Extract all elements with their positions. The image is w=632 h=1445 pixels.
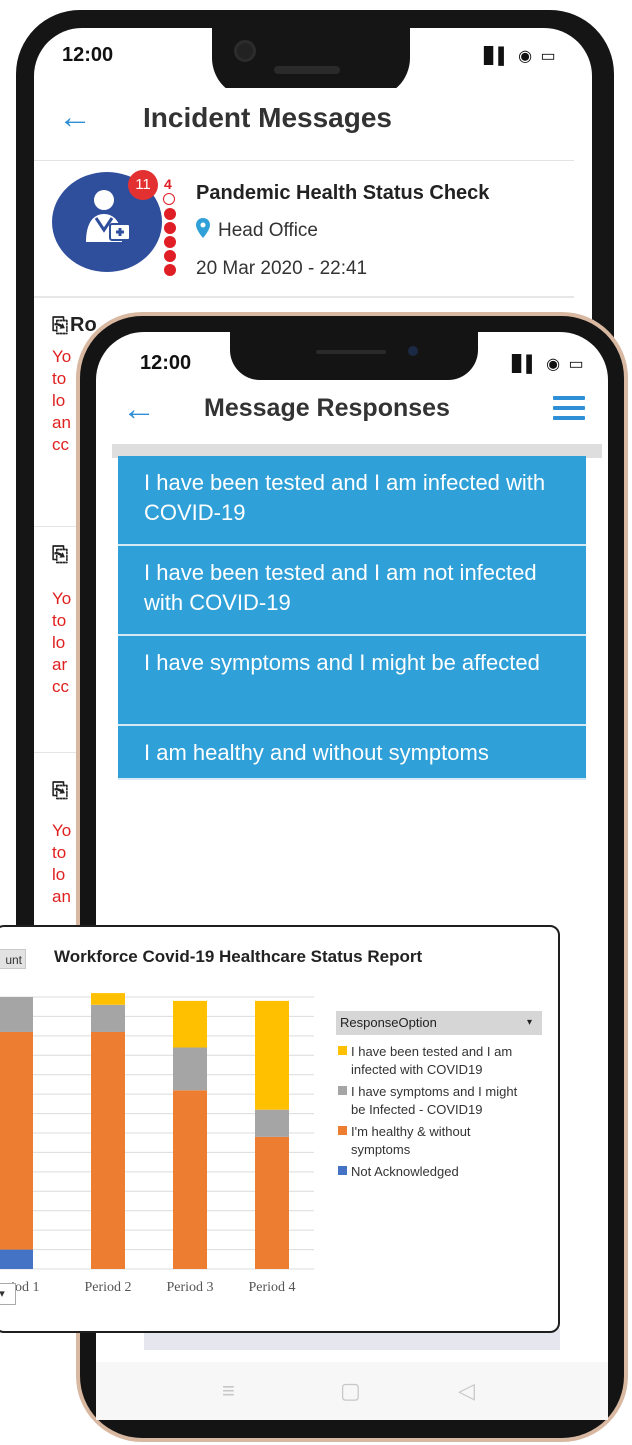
bar-segment: [173, 1000, 207, 1048]
legend-swatch: [338, 1046, 347, 1055]
x-tick-label: Period 4: [248, 1280, 295, 1295]
status-time: 12:00: [140, 352, 192, 374]
item-text[interactable]: Yo to lo ar cc: [52, 588, 71, 698]
x-tick-label: Period 3: [166, 1280, 213, 1295]
speaker-grille: [316, 350, 386, 354]
legend-item: I have symptoms and I might be Infected …: [338, 1083, 538, 1119]
page-title: Message Responses: [204, 394, 450, 422]
status-dot: [164, 250, 176, 262]
attachment-icon: ⎘: [52, 315, 68, 337]
divider: [34, 296, 574, 298]
bar-segment: [0, 1031, 33, 1250]
bar-segment: [91, 993, 125, 1005]
bar-segment: [173, 1047, 207, 1091]
item-text[interactable]: Yo to lo an: [52, 820, 71, 908]
status-icons: ▊▌ ◉ ▭: [512, 356, 586, 373]
back-arrow-icon[interactable]: ←: [122, 392, 156, 426]
response-option-infected[interactable]: I have been tested and I am infected wit…: [118, 456, 586, 546]
legend-swatch: [338, 1166, 347, 1175]
bar-segment: [0, 1249, 33, 1269]
response-option-healthy[interactable]: I am healthy and without symptoms: [118, 726, 586, 780]
response-options: I have been tested and I am infected wit…: [118, 456, 586, 780]
axis-filter-dropdown[interactable]: ▾: [0, 1283, 16, 1305]
response-count: 4: [164, 176, 172, 192]
x-tick-label: Period 2: [84, 1280, 131, 1295]
dropdown-arrow-icon: ▾: [526, 1017, 532, 1028]
bar-segment: [255, 1000, 289, 1110]
response-option-not-infected[interactable]: I have been tested and I am not infected…: [118, 546, 586, 636]
status-dot: [164, 236, 176, 248]
status-report-card: unt Workforce Covid-19 Healthcare Status…: [0, 925, 560, 1333]
menu-icon[interactable]: ≡: [222, 1378, 235, 1404]
status-dot: [164, 208, 176, 220]
front-phone-notch: [230, 328, 478, 380]
status-dot: [164, 222, 176, 234]
message-date: 20 Mar 2020 - 22:41: [196, 258, 368, 279]
status-dot-empty: [163, 193, 175, 205]
bar-segment: [91, 1004, 125, 1032]
doctor-icon: [86, 190, 131, 242]
bar-segment: [255, 1136, 289, 1269]
status-time: 12:00: [62, 44, 114, 66]
legend-swatch: [338, 1086, 347, 1095]
status-icons: ▊▌ ◉ ▭: [484, 48, 558, 65]
message-location: Head Office: [218, 220, 318, 241]
attachment-icon: ⎘: [52, 780, 68, 802]
nav-back-icon[interactable]: ◁: [458, 1378, 475, 1404]
legend-item: Not Acknowledged: [338, 1163, 538, 1181]
response-option-symptoms[interactable]: I have symptoms and I might be affected: [118, 636, 586, 726]
unread-badge: 11: [128, 170, 158, 200]
hamburger-icon[interactable]: [553, 396, 585, 426]
camera-icon: [234, 40, 256, 62]
attachment-icon: ⎘: [52, 544, 68, 566]
status-dot: [164, 264, 176, 276]
bar-segment: [255, 1109, 289, 1137]
bar-segment: [173, 1090, 207, 1269]
bar-segment: [91, 1031, 125, 1269]
bar-segment: [0, 997, 33, 1032]
speaker-grille: [274, 66, 340, 74]
legend-title: ResponseOption: [340, 1015, 437, 1030]
camera-icon: [408, 346, 418, 356]
back-arrow-icon[interactable]: ←: [58, 100, 92, 134]
message-title[interactable]: Pandemic Health Status Check: [196, 182, 489, 205]
legend-swatch: [338, 1126, 347, 1135]
legend-item: I have been tested and I am infected wit…: [338, 1043, 538, 1079]
legend-header[interactable]: ResponseOption ▾: [336, 1011, 542, 1035]
page-title: Incident Messages: [143, 102, 392, 133]
item-text[interactable]: Yo to lo an cc: [52, 346, 71, 456]
location-pin-icon: [196, 218, 210, 238]
home-icon[interactable]: ▢: [340, 1378, 361, 1404]
legend-item: I'm healthy & without symptoms: [338, 1123, 538, 1159]
